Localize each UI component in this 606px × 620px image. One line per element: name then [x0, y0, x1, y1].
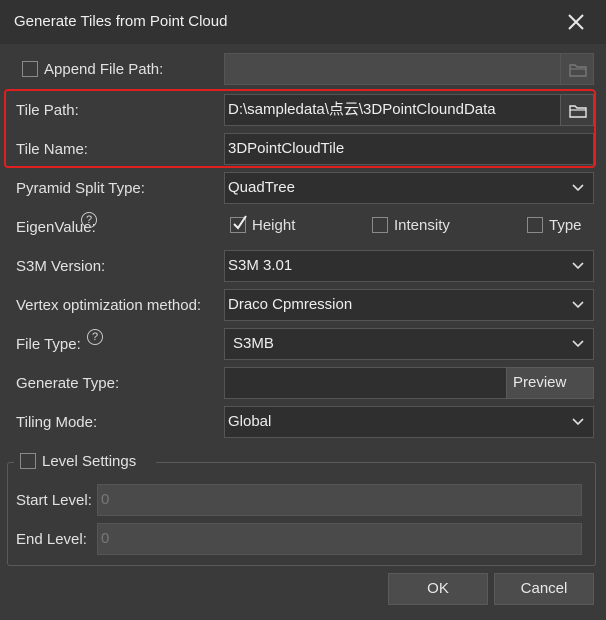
generate-tiles-dialog: Generate Tiles from Point Cloud Append F… [0, 0, 606, 620]
chevron-down-icon [572, 262, 584, 270]
tile-name-input[interactable]: 3DPointCloudTile [224, 133, 594, 165]
tile-path-folder-button[interactable] [560, 94, 594, 126]
chevron-down-icon [572, 418, 584, 426]
folder-icon [569, 105, 587, 118]
generate-type-label: Generate Type: [16, 375, 120, 392]
intensity-checkbox[interactable] [372, 217, 388, 233]
tiling-mode-value: Global [228, 413, 272, 430]
end-level-input[interactable]: 0 [97, 523, 582, 555]
level-settings-checkbox[interactable] [20, 453, 36, 469]
title-bar: Generate Tiles from Point Cloud [0, 0, 606, 44]
check-icon [233, 215, 247, 230]
intensity-label: Intensity [394, 217, 450, 234]
folder-icon [569, 64, 587, 77]
s3m-version-select[interactable]: S3M 3.01 [224, 250, 594, 282]
end-level-label: End Level: [16, 531, 87, 548]
vertex-optimization-select[interactable]: Draco Cpmression [224, 289, 594, 321]
pyramid-split-type-select[interactable]: QuadTree [224, 172, 594, 204]
tile-path-input[interactable]: D:\sampledata\点云\3DPointCloundData [224, 94, 561, 126]
file-type-value: S3MB [233, 335, 274, 352]
s3m-version-value: S3M 3.01 [228, 257, 293, 274]
type-checkbox[interactable] [527, 217, 543, 233]
tiling-mode-select[interactable]: Global [224, 406, 594, 438]
append-file-path-checkbox[interactable] [22, 61, 38, 77]
append-folder-button[interactable] [560, 53, 594, 85]
start-level-label: Start Level: [16, 492, 92, 509]
chevron-down-icon [572, 184, 584, 192]
ok-button[interactable]: OK [388, 573, 488, 605]
level-settings-label: Level Settings [42, 453, 137, 470]
tile-name-label: Tile Name: [16, 141, 88, 158]
height-label: Height [252, 217, 296, 234]
level-settings-header: Level Settings [14, 450, 156, 474]
help-icon[interactable]: ? [87, 329, 103, 345]
type-label: Type [549, 217, 582, 234]
dialog-title: Generate Tiles from Point Cloud [14, 13, 228, 30]
append-file-path-input[interactable] [224, 53, 561, 85]
pyramid-split-type-value: QuadTree [228, 179, 295, 196]
cancel-button[interactable]: Cancel [494, 573, 594, 605]
vertex-optimization-label: Vertex optimization method: [16, 297, 202, 314]
file-type-label: File Type: [16, 336, 81, 353]
help-icon[interactable]: ? [81, 212, 97, 228]
tiling-mode-label: Tiling Mode: [16, 414, 98, 431]
start-level-input[interactable]: 0 [97, 484, 582, 516]
s3m-version-label: S3M Version: [16, 258, 106, 275]
height-checkbox[interactable] [230, 215, 247, 233]
preview-button[interactable]: Preview [506, 367, 594, 399]
chevron-down-icon [572, 340, 584, 348]
tile-path-label: Tile Path: [16, 102, 79, 119]
close-icon[interactable] [562, 8, 590, 36]
file-type-select[interactable]: S3MB [224, 328, 594, 360]
vertex-optimization-value: Draco Cpmression [228, 296, 353, 313]
chevron-down-icon [572, 301, 584, 309]
generate-type-input[interactable] [224, 367, 507, 399]
append-file-path-label: Append File Path: [44, 61, 164, 78]
pyramid-split-type-label: Pyramid Split Type: [16, 180, 145, 197]
